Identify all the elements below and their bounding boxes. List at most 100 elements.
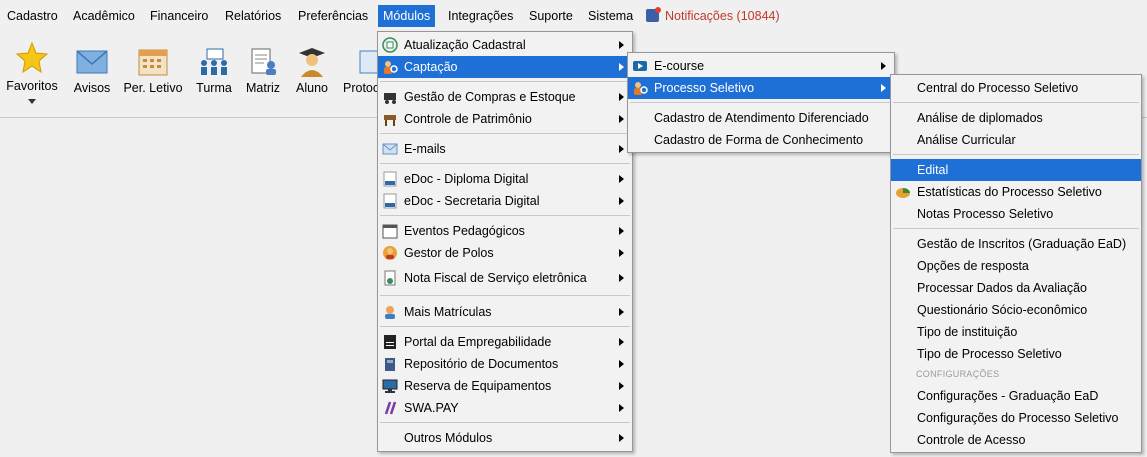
menu-item-config-graduacao-ead[interactable]: Configurações - Graduação EaD — [891, 385, 1141, 407]
submenu-arrow-icon — [619, 63, 624, 71]
menu-item-label: Processar Dados da Avaliação — [917, 281, 1088, 295]
menu-separator — [380, 215, 630, 216]
toolbar-turma-button[interactable]: Turma — [193, 41, 235, 95]
menu-separator — [380, 422, 630, 423]
menu-item-label: eDoc - Diploma Digital — [404, 172, 529, 186]
menu-item-gestao-inscritos[interactable]: Gestão de Inscritos (Graduação EaD) — [891, 233, 1141, 255]
menu-item-controle-patrimonio[interactable]: Controle de Patrimônio — [378, 108, 632, 130]
menu-item-gestao-compras[interactable]: Gestão de Compras e Estoque — [378, 86, 632, 108]
menu-item-gestor-polos[interactable]: Gestor de Polos — [378, 242, 632, 264]
menu-item-repositorio-documentos[interactable]: Repositório de Documentos — [378, 353, 632, 375]
toolbar-avisos-label: Avisos — [73, 81, 111, 95]
menu-item-processar-dados[interactable]: Processar Dados da Avaliação — [891, 277, 1141, 299]
submenu-arrow-icon — [881, 84, 886, 92]
menu-item-emails[interactable]: E-mails — [378, 138, 632, 160]
monitor-icon — [382, 378, 398, 394]
toolbar-aluno-button[interactable]: Aluno — [292, 41, 332, 95]
submenu-arrow-icon — [619, 93, 624, 101]
menu-item-outros-modulos[interactable]: Outros Módulos — [378, 427, 632, 449]
submenu-arrow-icon — [619, 197, 624, 205]
menu-item-swapay[interactable]: SWA.PAY — [378, 397, 632, 419]
menu-item-atendimento-diferenciado[interactable]: Cadastro de Atendimento Diferenciado — [628, 107, 894, 129]
refresh-icon — [382, 37, 398, 53]
menu-item-label: Outros Módulos — [404, 431, 493, 445]
submenu-arrow-icon — [881, 62, 886, 70]
protocol-icon — [358, 47, 378, 81]
menu-item-config-processo[interactable]: Configurações do Processo Seletivo — [891, 407, 1141, 429]
document-user-icon — [246, 47, 280, 81]
toolbar-avisos-button[interactable]: Avisos — [70, 41, 114, 95]
menu-item-label: Gestão de Compras e Estoque — [404, 90, 576, 104]
menu-item-label: Tipo de instituição — [917, 325, 1018, 339]
manager-icon — [382, 245, 398, 261]
menu-item-reserva-equipamentos[interactable]: Reserva de Equipamentos — [378, 375, 632, 397]
chevron-down-icon — [28, 99, 36, 104]
student-icon — [295, 47, 329, 81]
enroll-icon — [382, 304, 398, 320]
captacao-submenu: E-course Processo Seletivo Cadastro de A… — [627, 52, 895, 153]
toolbar-favoritos-button[interactable]: Favoritos — [4, 41, 60, 104]
menu-item-eventos-pedagogicos[interactable]: Eventos Pedagógicos — [378, 220, 632, 242]
menu-item-atualizacao-cadastral[interactable]: Atualização Cadastral — [378, 34, 632, 56]
chart-icon — [895, 184, 911, 200]
invoice-icon — [382, 270, 398, 286]
menu-item-label: Nota Fiscal de Serviço eletrônica — [404, 271, 587, 285]
menu-item-edital[interactable]: Edital — [891, 159, 1141, 181]
menu-item-label: Portal da Empregabilidade — [404, 335, 552, 349]
toolbar-protocolo-button[interactable]: Protoc — [340, 41, 378, 95]
menu-item-label: Controle de Patrimônio — [404, 112, 532, 126]
menu-cadastro[interactable]: Cadastro — [4, 6, 61, 26]
menu-item-analise-diplomados[interactable]: Análise de diplomados — [891, 107, 1141, 129]
menu-item-opcoes-resposta[interactable]: Opções de resposta — [891, 255, 1141, 277]
toolbar-per-letivo-label: Per. Letivo — [123, 81, 183, 95]
menu-item-forma-conhecimento[interactable]: Cadastro de Forma de Conhecimento — [628, 129, 894, 151]
menu-item-estatisticas[interactable]: Estatísticas do Processo Seletivo — [891, 181, 1141, 203]
menu-item-notas-processo[interactable]: Notas Processo Seletivo — [891, 203, 1141, 225]
menu-item-questionario[interactable]: Questionário Sócio-econômico — [891, 299, 1141, 321]
toolbar-per-letivo-button[interactable]: Per. Letivo — [122, 41, 184, 95]
notifications-link[interactable]: Notificações (10844) — [646, 5, 780, 27]
toolbar-matriz-label: Matriz — [245, 81, 281, 95]
menu-item-captacao[interactable]: Captação — [378, 56, 632, 78]
toolbar-aluno-label: Aluno — [296, 81, 328, 95]
edoc-icon — [382, 171, 398, 187]
submenu-arrow-icon — [619, 227, 624, 235]
swapay-icon — [382, 400, 398, 416]
menu-item-portal-empregabilidade[interactable]: Portal da Empregabilidade — [378, 331, 632, 353]
menu-sistema[interactable]: Sistema — [585, 6, 636, 26]
menu-item-central-processo[interactable]: Central do Processo Seletivo — [891, 77, 1141, 99]
menu-separator — [380, 81, 630, 82]
menu-item-controle-acesso[interactable]: Controle de Acesso — [891, 429, 1141, 451]
menu-preferencias[interactable]: Preferências — [295, 6, 371, 26]
submenu-arrow-icon — [619, 434, 624, 442]
menu-item-tipo-processo[interactable]: Tipo de Processo Seletivo — [891, 343, 1141, 365]
notifications-label: Notificações (10844) — [665, 9, 780, 23]
menu-item-nota-fiscal[interactable]: Nota Fiscal de Serviço eletrônica — [378, 267, 632, 289]
toolbar-matriz-button[interactable]: Matriz — [243, 41, 283, 95]
calendar-icon — [136, 47, 170, 81]
menu-item-tipo-instituicao[interactable]: Tipo de instituição — [891, 321, 1141, 343]
menu-item-label: Eventos Pedagógicos — [404, 224, 525, 238]
toolbar-protocolo-label: Protoc — [343, 81, 378, 95]
menu-modulos[interactable]: Módulos — [378, 5, 436, 27]
menu-suporte[interactable]: Suporte — [526, 6, 576, 26]
edoc-icon — [382, 193, 398, 209]
submenu-arrow-icon — [619, 115, 624, 123]
menu-item-label: Gestão de Inscritos (Graduação EaD) — [917, 237, 1127, 251]
menu-item-label: Reserva de Equipamentos — [404, 379, 552, 393]
menu-item-processo-seletivo[interactable]: Processo Seletivo — [628, 77, 894, 99]
menu-item-analise-curricular[interactable]: Análise Curricular — [891, 129, 1141, 151]
menu-item-label: Processo Seletivo — [654, 81, 755, 95]
menu-relatorios[interactable]: Relatórios — [222, 6, 284, 26]
menu-integracoes[interactable]: Integrações — [445, 6, 516, 26]
menu-item-edoc-secretaria[interactable]: eDoc - Secretaria Digital — [378, 190, 632, 212]
menu-academico[interactable]: Acadêmico — [70, 6, 138, 26]
menu-item-label: Mais Matrículas — [404, 305, 492, 319]
menu-item-mais-matriculas[interactable]: Mais Matrículas — [378, 301, 632, 323]
cv-icon — [382, 334, 398, 350]
menu-item-edoc-diploma[interactable]: eDoc - Diploma Digital — [378, 168, 632, 190]
menu-item-label: Repositório de Documentos — [404, 357, 559, 371]
menu-item-label: Atualização Cadastral — [404, 38, 526, 52]
menu-item-ecourse[interactable]: E-course — [628, 55, 894, 77]
menu-financeiro[interactable]: Financeiro — [147, 6, 211, 26]
